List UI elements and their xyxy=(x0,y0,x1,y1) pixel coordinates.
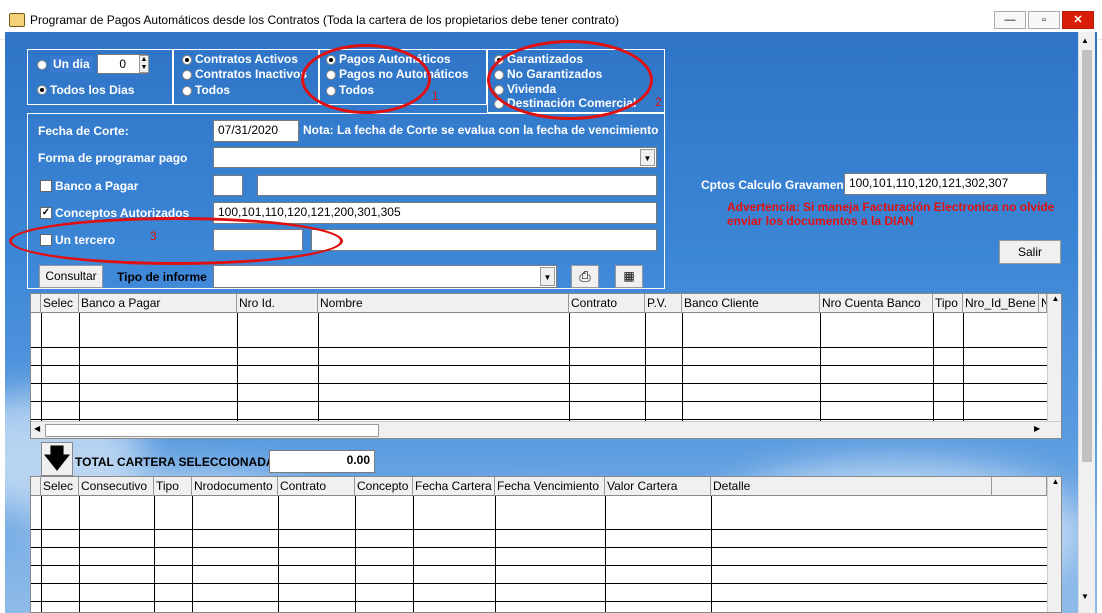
cptos-input[interactable]: 100,101,110,120,121,302,307 xyxy=(844,173,1047,195)
contratos-inactivos-radio[interactable] xyxy=(182,70,192,80)
table-row[interactable] xyxy=(31,402,1047,420)
chevron-right-icon[interactable]: ▶ xyxy=(1034,424,1040,433)
tipo-informe-label: Tipo de informe xyxy=(117,270,207,284)
column-header[interactable]: Fecha Vencimiento xyxy=(495,477,605,496)
annotation-number: 3 xyxy=(150,229,157,243)
annotation-ellipse xyxy=(9,217,343,265)
column-header[interactable]: P.V. xyxy=(645,294,682,313)
column-header[interactable] xyxy=(992,477,1047,496)
annotation-number: 1 xyxy=(432,89,439,103)
cptos-label: Cptos Calculo Gravamen xyxy=(701,178,844,192)
column-header[interactable]: Selec xyxy=(41,294,79,313)
annotation-ellipse xyxy=(301,44,431,114)
app-icon xyxy=(9,13,25,27)
total-value: 0.00 xyxy=(269,450,375,473)
column-header[interactable]: Detalle xyxy=(711,477,992,496)
chevron-left-icon[interactable]: ◀ xyxy=(34,424,40,433)
window-title: Programar de Pagos Automáticos desde los… xyxy=(30,13,619,27)
nota-label: Nota: La fecha de Corte se evalua con la… xyxy=(303,123,659,137)
column-header[interactable]: Concepto xyxy=(355,477,413,496)
horizontal-scrollbar[interactable]: ◀ ▶ xyxy=(31,421,1061,438)
pagos-grid-header: Selec Banco a Pagar Nro Id. Nombre Contr… xyxy=(31,294,1061,313)
column-header[interactable]: Contrato xyxy=(569,294,645,313)
vertical-scrollbar[interactable]: ▲ xyxy=(1047,477,1061,612)
contratos-todos-radio[interactable] xyxy=(182,86,192,96)
column-header[interactable]: Tipo xyxy=(933,294,963,313)
column-header[interactable]: Valor Cartera xyxy=(605,477,711,496)
column-header[interactable]: Banco Cliente xyxy=(682,294,820,313)
forma-label: Forma de programar pago xyxy=(38,151,188,165)
column-header[interactable]: Selec xyxy=(41,477,79,496)
chevron-down-icon[interactable]: ▼ xyxy=(640,149,655,166)
contratos-todos-label: Todos xyxy=(195,83,231,97)
banco-name-input[interactable] xyxy=(257,175,657,196)
conceptos-checkbox[interactable]: ✓ xyxy=(40,207,52,219)
tipo-informe-select[interactable] xyxy=(213,265,557,288)
table-row[interactable] xyxy=(31,530,1047,548)
fecha-corte-input[interactable]: 07/31/2020 xyxy=(213,120,299,142)
vertical-scrollbar[interactable]: ▲ xyxy=(1047,294,1061,421)
column-header[interactable]: Contrato xyxy=(278,477,355,496)
chevron-down-icon[interactable]: ▼ xyxy=(540,267,555,286)
table-row[interactable] xyxy=(31,330,1047,348)
chevron-down-icon[interactable]: ▼ xyxy=(1081,592,1089,601)
printer-icon[interactable]: ⎙ xyxy=(571,265,599,288)
un-dia-label: Un dia xyxy=(50,56,93,72)
spinner-icon[interactable]: ▲ ▼ xyxy=(139,55,149,73)
cartera-grid-header: Selec Consecutivo Tipo Nrodocumento Cont… xyxy=(31,477,1061,496)
window-vertical-scrollbar[interactable]: ▲ ▼ xyxy=(1078,32,1095,613)
column-header[interactable]: Tipo xyxy=(154,477,192,496)
minimize-button[interactable]: — xyxy=(994,11,1026,29)
column-header[interactable]: Nrodocumento xyxy=(192,477,278,496)
salir-button[interactable]: Salir xyxy=(999,240,1061,264)
scroll-thumb[interactable] xyxy=(45,424,379,437)
conceptos-input[interactable]: 100,101,110,120,121,200,301,305 xyxy=(213,202,657,224)
cartera-grid[interactable]: Selec Consecutivo Tipo Nrodocumento Cont… xyxy=(30,476,1062,613)
export-icon[interactable]: ▦ xyxy=(615,265,643,288)
table-row[interactable] xyxy=(31,384,1047,402)
table-row[interactable] xyxy=(31,566,1047,584)
table-row[interactable] xyxy=(31,512,1047,530)
pagos-grid[interactable]: Selec Banco a Pagar Nro Id. Nombre Contr… xyxy=(30,293,1062,439)
close-button[interactable]: ✕ xyxy=(1062,11,1094,29)
column-header[interactable]: Nro_Id_Bene xyxy=(963,294,1039,313)
consultar-button[interactable]: Consultar xyxy=(39,265,103,288)
tercero-name-input[interactable] xyxy=(311,229,657,251)
total-label: TOTAL CARTERA SELECCIONADA xyxy=(75,455,275,469)
banco-code-input[interactable] xyxy=(213,175,243,196)
contratos-activos-radio[interactable] xyxy=(182,55,192,65)
column-header[interactable]: Consecutivo xyxy=(79,477,154,496)
fecha-corte-label: Fecha de Corte: xyxy=(38,124,129,138)
column-header[interactable]: Nro Id. xyxy=(237,294,318,313)
table-row[interactable] xyxy=(31,548,1047,566)
chevron-up-icon[interactable]: ▲ xyxy=(1081,36,1089,45)
banco-label: Banco a Pagar xyxy=(55,179,139,193)
annotation-number: 2 xyxy=(655,95,662,109)
banco-checkbox[interactable] xyxy=(40,180,52,192)
column-header[interactable]: N xyxy=(1039,294,1047,313)
contratos-activos-label: Contratos Activos xyxy=(195,52,298,66)
column-header[interactable]: Nombre xyxy=(318,294,569,313)
table-row[interactable] xyxy=(31,348,1047,366)
column-header[interactable]: Nro Cuenta Banco xyxy=(820,294,933,313)
forma-select[interactable] xyxy=(213,147,657,168)
annotation-ellipse xyxy=(487,40,653,120)
un-dia-radio[interactable] xyxy=(37,60,47,70)
table-row[interactable] xyxy=(31,366,1047,384)
contratos-inactivos-label: Contratos Inactivos xyxy=(195,67,308,81)
todos-dias-radio[interactable] xyxy=(37,85,47,95)
client-area: Un dia 0 ▲ ▼ Todos los Dias Contratos Act… xyxy=(5,32,1097,613)
table-row[interactable] xyxy=(31,584,1047,602)
maximize-button[interactable]: ▫ xyxy=(1028,11,1060,29)
warning-text: Advertencia: Si maneja Facturación Elect… xyxy=(727,200,1055,228)
scroll-thumb[interactable] xyxy=(1082,50,1092,462)
column-header[interactable]: Fecha Cartera xyxy=(413,477,495,496)
todos-dias-label: Todos los Dias xyxy=(50,83,135,97)
column-header[interactable]: Banco a Pagar xyxy=(79,294,237,313)
arrow-down-icon[interactable]: 🡇 xyxy=(41,442,73,476)
